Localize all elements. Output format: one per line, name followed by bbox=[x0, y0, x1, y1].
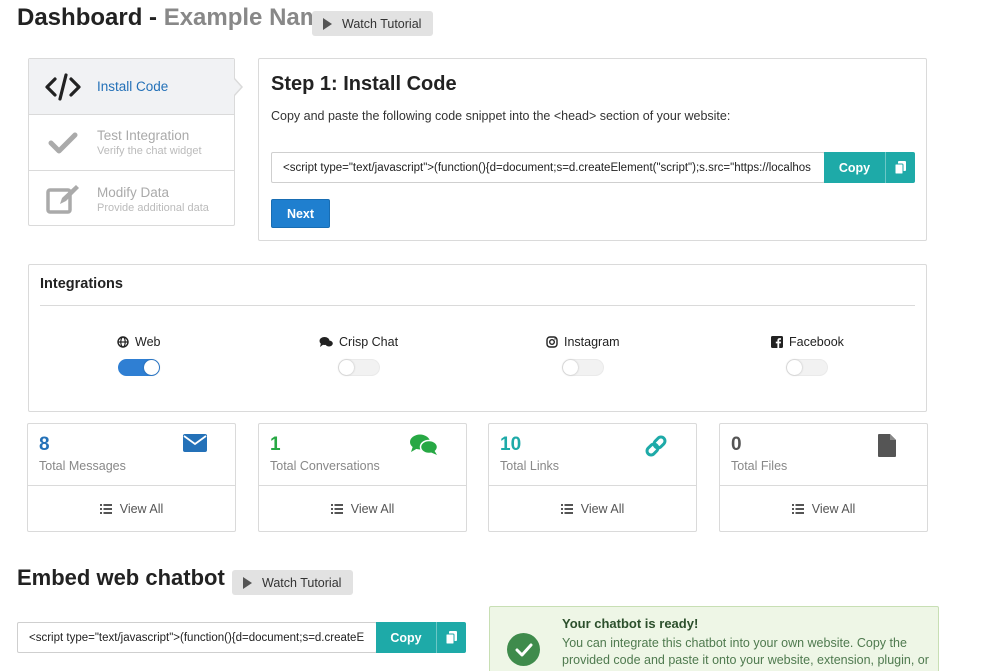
install-description: Copy and paste the following code snippe… bbox=[271, 109, 731, 123]
copy-code-button[interactable]: Copy bbox=[824, 152, 915, 183]
stat-label: Total Files bbox=[731, 459, 788, 473]
stat-card-links: 10 Total Links View All bbox=[488, 423, 697, 532]
play-icon bbox=[243, 576, 252, 589]
view-all-label: View All bbox=[350, 502, 395, 516]
view-all-label: View All bbox=[119, 502, 164, 516]
integration-label: Instagram bbox=[564, 335, 620, 349]
integration-label: Web bbox=[135, 335, 161, 349]
step-label: Modify Data bbox=[97, 184, 170, 200]
integrations-title: Integrations bbox=[40, 276, 123, 292]
edit-icon bbox=[46, 185, 79, 214]
copy-label: Copy bbox=[838, 160, 871, 175]
install-code-field[interactable]: <script type="text/javascript">(function… bbox=[271, 152, 825, 183]
integration-instagram: Instagram bbox=[546, 335, 620, 376]
view-all-label: View All bbox=[811, 502, 856, 516]
view-all-links-link[interactable]: View All bbox=[489, 486, 696, 532]
page-title-account-name: Example Name bbox=[163, 4, 335, 31]
watch-tutorial-label: Watch Tutorial bbox=[342, 16, 422, 31]
next-button[interactable]: Next bbox=[271, 199, 330, 228]
code-icon bbox=[45, 72, 81, 101]
page-title: Dashboard - Example Name bbox=[17, 4, 334, 32]
integration-facebook: Facebook bbox=[771, 335, 844, 376]
instagram-icon bbox=[546, 336, 558, 348]
ready-title: Your chatbot is ready! bbox=[562, 616, 699, 631]
chat-bubbles-icon bbox=[319, 337, 333, 347]
integration-crisp-chat: Crisp Chat bbox=[319, 335, 398, 376]
step-label: Install Code bbox=[97, 79, 169, 94]
step-modify-data[interactable]: Modify Data Provide additional data bbox=[29, 171, 234, 227]
facebook-toggle[interactable] bbox=[786, 359, 829, 376]
embed-copy-button[interactable]: Copy bbox=[376, 622, 466, 653]
crisp-chat-toggle[interactable] bbox=[337, 359, 380, 376]
embed-code-field[interactable]: <script type="text/javascript">(function… bbox=[17, 622, 377, 653]
integration-label: Crisp Chat bbox=[339, 335, 399, 349]
chatbot-ready-alert: Your chatbot is ready! You can integrate… bbox=[489, 606, 939, 671]
stat-value: 0 bbox=[731, 434, 742, 455]
view-all-messages-link[interactable]: View All bbox=[28, 486, 235, 532]
stat-card-messages: 8 Total Messages View All bbox=[27, 423, 236, 532]
stat-value: 1 bbox=[270, 434, 281, 455]
link-icon bbox=[645, 435, 667, 457]
stat-value: 8 bbox=[39, 434, 50, 455]
stat-card-conversations: 1 Total Conversations View All bbox=[258, 423, 467, 532]
play-icon bbox=[323, 17, 332, 30]
stat-value: 10 bbox=[500, 434, 522, 455]
list-icon bbox=[330, 504, 343, 514]
view-all-label: View All bbox=[580, 502, 625, 516]
file-icon bbox=[878, 434, 896, 457]
install-title: Step 1: Install Code bbox=[271, 73, 457, 95]
integrations-panel: Integrations Web Crisp Chat Instagram Fa… bbox=[28, 264, 927, 412]
embed-watch-tutorial-button[interactable]: Watch Tutorial bbox=[232, 570, 354, 595]
integration-web: Web bbox=[117, 335, 160, 376]
ready-body: You can integrate this chatbot into your… bbox=[562, 636, 929, 667]
copy-icon bbox=[895, 161, 906, 174]
envelope-icon bbox=[183, 434, 207, 452]
integration-label: Facebook bbox=[789, 335, 844, 349]
web-toggle[interactable] bbox=[117, 359, 160, 376]
install-code-panel: Step 1: Install Code Copy and paste the … bbox=[258, 58, 927, 241]
comments-icon bbox=[410, 434, 438, 455]
stat-label: Total Messages bbox=[39, 459, 126, 473]
copy-icon bbox=[446, 631, 457, 644]
success-check-icon bbox=[507, 633, 540, 666]
stat-label: Total Links bbox=[500, 459, 560, 473]
watch-tutorial-label: Watch Tutorial bbox=[262, 575, 342, 590]
stat-card-files: 0 Total Files View All bbox=[719, 423, 928, 532]
list-icon bbox=[560, 504, 573, 514]
step-test-integration[interactable]: Test Integration Verify the chat widget bbox=[29, 115, 234, 171]
step-sublabel: Provide additional data bbox=[97, 201, 209, 214]
checkmark-icon bbox=[48, 132, 78, 153]
stat-label: Total Conversations bbox=[270, 459, 380, 473]
list-icon bbox=[99, 504, 112, 514]
setup-steps-nav: Install Code Test Integration Verify the… bbox=[28, 58, 235, 226]
instagram-toggle[interactable] bbox=[561, 359, 604, 376]
view-all-conversations-link[interactable]: View All bbox=[259, 486, 466, 532]
active-step-pointer-fill bbox=[233, 78, 241, 96]
watch-tutorial-button[interactable]: Watch Tutorial bbox=[312, 11, 434, 36]
page-title-prefix: Dashboard - bbox=[17, 4, 158, 31]
view-all-files-link[interactable]: View All bbox=[720, 486, 927, 532]
globe-icon bbox=[117, 336, 129, 348]
divider bbox=[40, 305, 915, 306]
facebook-icon bbox=[771, 336, 783, 348]
step-label: Test Integration bbox=[97, 128, 190, 143]
step-install-code[interactable]: Install Code bbox=[29, 59, 234, 115]
embed-section-title: Embed web chatbot bbox=[17, 565, 225, 590]
step-sublabel: Verify the chat widget bbox=[97, 145, 202, 157]
list-icon bbox=[791, 504, 804, 514]
copy-label: Copy bbox=[390, 630, 422, 645]
